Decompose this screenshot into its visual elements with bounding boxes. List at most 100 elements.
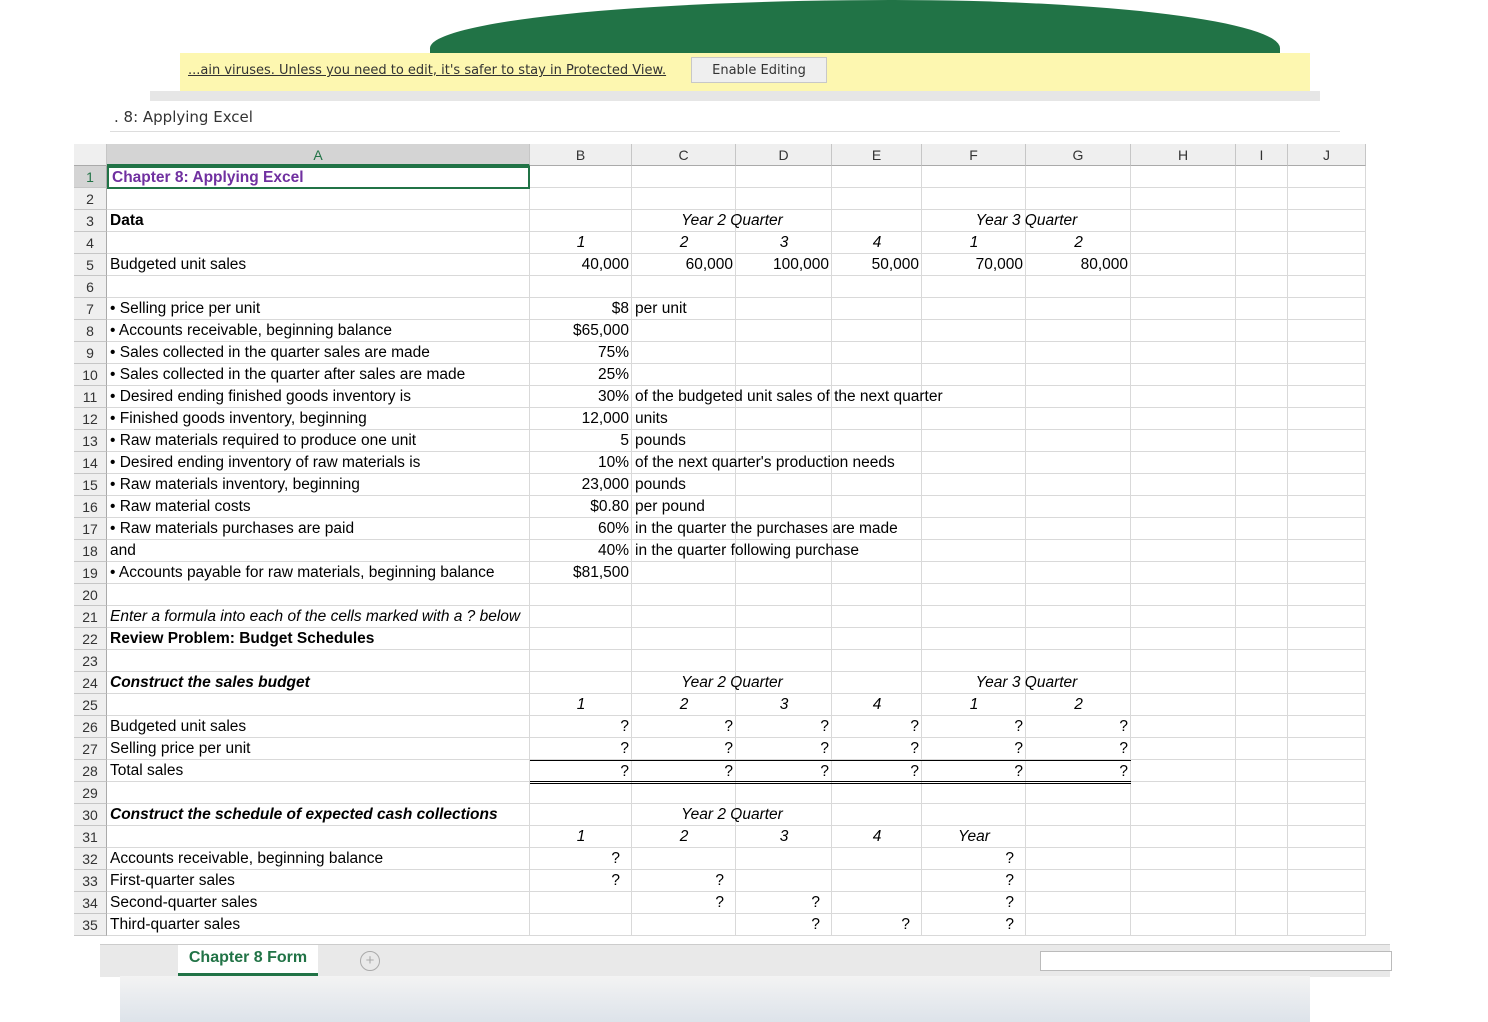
cell-value[interactable]: 3 bbox=[736, 232, 832, 253]
cell-value[interactable]: ? bbox=[736, 914, 832, 935]
enable-editing-button[interactable]: Enable Editing bbox=[691, 57, 827, 83]
cell-value[interactable]: ? bbox=[530, 848, 632, 869]
cell-value[interactable]: ? bbox=[832, 760, 922, 784]
cell-value[interactable]: 10% bbox=[530, 452, 632, 473]
cell-value[interactable]: ? bbox=[832, 738, 922, 759]
select-all-corner[interactable] bbox=[74, 144, 107, 166]
cell-value[interactable]: 100,000 bbox=[736, 254, 832, 275]
row-header-22[interactable]: 22 bbox=[74, 628, 107, 650]
row-header-33[interactable]: 33 bbox=[74, 870, 107, 892]
cell-value[interactable]: 70,000 bbox=[922, 254, 1026, 275]
cell-value[interactable]: 25% bbox=[530, 364, 632, 385]
row-header-15[interactable]: 15 bbox=[74, 474, 107, 496]
cell-value[interactable]: 3 bbox=[736, 826, 832, 847]
row-label[interactable]: Third-quarter sales bbox=[107, 914, 530, 935]
cell-value[interactable]: ? bbox=[530, 716, 632, 737]
row-label[interactable]: • Desired ending inventory of raw materi… bbox=[107, 452, 530, 473]
row-header-17[interactable]: 17 bbox=[74, 518, 107, 540]
row-header-19[interactable]: 19 bbox=[74, 562, 107, 584]
cell-value[interactable]: $65,000 bbox=[530, 320, 632, 341]
row-label[interactable]: Data bbox=[107, 210, 530, 231]
cell-value[interactable]: ? bbox=[632, 892, 736, 913]
cell-value[interactable]: ? bbox=[922, 716, 1026, 737]
cell-value[interactable]: ? bbox=[632, 760, 736, 784]
column-header-G[interactable]: G bbox=[1026, 144, 1131, 166]
cell-value[interactable]: ? bbox=[736, 892, 832, 913]
cell-value[interactable]: Year 2 Quarter bbox=[632, 804, 832, 825]
cell-value[interactable]: 3 bbox=[736, 694, 832, 715]
cell-value[interactable]: ? bbox=[530, 870, 632, 891]
cell-value[interactable]: units bbox=[632, 408, 1232, 429]
cell-value[interactable]: pounds bbox=[632, 430, 1232, 451]
row-label[interactable]: Budgeted unit sales bbox=[107, 716, 530, 737]
column-header-A[interactable]: A bbox=[107, 144, 530, 166]
cell-value[interactable]: ? bbox=[832, 716, 922, 737]
cell-value[interactable]: of the next quarter's production needs bbox=[632, 452, 1232, 473]
cell-value[interactable]: 75% bbox=[530, 342, 632, 363]
cell-value[interactable]: ? bbox=[632, 716, 736, 737]
row-header-1[interactable]: 1 bbox=[74, 166, 107, 188]
row-header-2[interactable]: 2 bbox=[74, 188, 107, 210]
column-header-B[interactable]: B bbox=[530, 144, 632, 166]
cell-value[interactable]: in the quarter following purchase bbox=[632, 540, 1232, 561]
row-header-35[interactable]: 35 bbox=[74, 914, 107, 936]
cell-value[interactable]: 40,000 bbox=[530, 254, 632, 275]
row-header-16[interactable]: 16 bbox=[74, 496, 107, 518]
cell-value[interactable]: Year 3 Quarter bbox=[922, 672, 1131, 693]
row-header-14[interactable]: 14 bbox=[74, 452, 107, 474]
column-header-D[interactable]: D bbox=[736, 144, 832, 166]
cell-value[interactable]: $81,500 bbox=[530, 562, 632, 583]
row-header-12[interactable]: 12 bbox=[74, 408, 107, 430]
cell-value[interactable]: ? bbox=[632, 738, 736, 759]
cell-value[interactable]: ? bbox=[736, 760, 832, 784]
row-label[interactable]: • Finished goods inventory, beginning bbox=[107, 408, 530, 429]
row-label[interactable]: Selling price per unit bbox=[107, 738, 530, 759]
cell-value[interactable]: 80,000 bbox=[1026, 254, 1131, 275]
cell-value[interactable]: 1 bbox=[530, 694, 632, 715]
row-label[interactable]: Review Problem: Budget Schedules bbox=[107, 628, 530, 649]
cell-value[interactable]: ? bbox=[736, 716, 832, 737]
column-header-H[interactable]: H bbox=[1131, 144, 1236, 166]
row-header-20[interactable]: 20 bbox=[74, 584, 107, 606]
row-label[interactable]: Construct the schedule of expected cash … bbox=[107, 804, 530, 825]
cell-value[interactable]: per pound bbox=[632, 496, 1232, 517]
row-label[interactable]: Total sales bbox=[107, 760, 530, 781]
cell-value[interactable]: 50,000 bbox=[832, 254, 922, 275]
cell-value[interactable]: 1 bbox=[530, 232, 632, 253]
cell-value[interactable]: ? bbox=[922, 892, 1026, 913]
row-label[interactable]: • Accounts payable for raw materials, be… bbox=[107, 562, 530, 583]
cell-value[interactable]: 2 bbox=[1026, 232, 1131, 253]
add-sheet-icon[interactable]: + bbox=[360, 951, 380, 971]
row-header-18[interactable]: 18 bbox=[74, 540, 107, 562]
cell-value[interactable]: per unit bbox=[632, 298, 1232, 319]
cell-value[interactable]: ? bbox=[1026, 716, 1131, 737]
cell-value[interactable]: 1 bbox=[530, 826, 632, 847]
cell-value[interactable]: 2 bbox=[632, 232, 736, 253]
cell-value[interactable]: 4 bbox=[832, 826, 922, 847]
cell-value[interactable]: ? bbox=[530, 760, 632, 784]
row-header-25[interactable]: 25 bbox=[74, 694, 107, 716]
row-label[interactable]: • Accounts receivable, beginning balance bbox=[107, 320, 530, 341]
row-header-7[interactable]: 7 bbox=[74, 298, 107, 320]
row-label[interactable]: Budgeted unit sales bbox=[107, 254, 530, 275]
cell-value[interactable]: 1 bbox=[922, 232, 1026, 253]
cell-value[interactable]: 4 bbox=[832, 232, 922, 253]
cell-value[interactable]: 5 bbox=[530, 430, 632, 451]
cell-value[interactable]: 1 bbox=[922, 694, 1026, 715]
cell-value[interactable]: ? bbox=[922, 914, 1026, 935]
row-label[interactable]: • Raw materials inventory, beginning bbox=[107, 474, 530, 495]
column-header-E[interactable]: E bbox=[832, 144, 922, 166]
cell-value[interactable]: 2 bbox=[632, 826, 736, 847]
cell-value[interactable]: 12,000 bbox=[530, 408, 632, 429]
row-header-4[interactable]: 4 bbox=[74, 232, 107, 254]
column-header-I[interactable]: I bbox=[1236, 144, 1288, 166]
row-header-21[interactable]: 21 bbox=[74, 606, 107, 628]
row-label[interactable]: • Selling price per unit bbox=[107, 298, 530, 319]
cell-value[interactable]: 60% bbox=[530, 518, 632, 539]
row-header-31[interactable]: 31 bbox=[74, 826, 107, 848]
row-header-24[interactable]: 24 bbox=[74, 672, 107, 694]
row-label[interactable]: • Raw materials purchases are paid bbox=[107, 518, 530, 539]
row-header-32[interactable]: 32 bbox=[74, 848, 107, 870]
cell-value[interactable]: ? bbox=[922, 870, 1026, 891]
cell-value[interactable]: Year 2 Quarter bbox=[632, 672, 832, 693]
